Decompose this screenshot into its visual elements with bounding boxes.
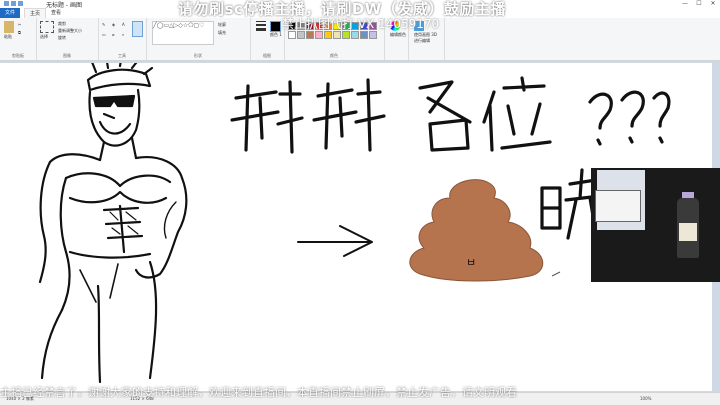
select-icon [40,21,54,33]
brushes-button[interactable] [132,21,143,38]
paste-button[interactable]: 粘贴 [4,21,14,40]
webcam-overlay [591,168,720,282]
stroke-text-bai2 [312,78,386,152]
color-swatch[interactable] [315,31,323,39]
group-clipboard: 粘贴 ✂ ⧉ 剪贴板 [0,18,37,60]
resize-button[interactable]: 重新调整大小 [58,28,82,34]
stroke-abs [102,204,144,254]
webcam-monitor [595,190,641,222]
group-tools: ✎ ◈ A ▭ ⌀ ⌕ 工具 [98,18,147,60]
stroke-exclaim3 [652,91,671,144]
color-swatch[interactable] [351,31,359,39]
stream-overlay-id: 禁止扒图代打 VX 14059170 [282,17,440,31]
webcam-bottle-label [679,223,697,241]
outline-button[interactable]: 轮廓 [218,22,226,28]
color-swatch[interactable] [360,31,368,39]
eraser-icon[interactable]: ▭ [102,32,106,37]
crop-button[interactable]: 裁剪 [58,21,66,27]
stroke-waist [68,250,152,259]
stroke-right-bicep [163,201,177,239]
color-swatch[interactable] [288,31,296,39]
stroke-text-wei [482,76,552,152]
stroke-text-ge [418,80,472,152]
quick-access-toolbar[interactable] [4,1,34,7]
stroke-exclaim2 [620,90,645,144]
magnifier-icon[interactable]: ⌕ [122,32,124,37]
stroke-headband [86,68,152,92]
stroke-chest [64,172,172,188]
color-swatch[interactable] [324,31,332,39]
group-size: 颜色 1 粗细 [250,18,285,60]
maximize-button[interactable]: ☐ [692,0,706,8]
stroke-shoulders [48,153,184,180]
fill-icon[interactable]: ◈ [112,22,115,27]
stroke-cursor-mark [551,271,561,277]
stroke-right-arm [134,176,188,279]
pencil-icon[interactable]: ✎ [102,22,105,27]
size-button[interactable] [256,21,266,31]
clipboard-icon [4,21,14,33]
group-image: 选择 裁剪 重新调整大小 旋转 图像 [36,18,99,60]
window-controls: — ☐ ✕ [678,0,720,8]
cut-icon[interactable]: ✂ [18,22,21,27]
copy-icon[interactable]: ⧉ [18,30,21,35]
stroke-inner-leg [96,284,102,384]
fill-button[interactable]: 填充 [218,30,226,36]
color-picker-icon[interactable]: ⌀ [112,32,114,37]
stroke-beard [98,112,132,135]
tab-view[interactable]: 查看 [46,8,66,18]
stroke-sunglasses [92,94,136,108]
color-swatch[interactable] [333,31,341,39]
poop-drawing [409,179,544,282]
stroke-neck [98,136,138,162]
stroke-text-bai1 [230,80,304,154]
stroke-left-side [59,176,71,312]
color-swatch[interactable] [369,31,377,39]
group-shapes: ╱◯▭△▷◇☆⬠▢♡ 轮廓 填充 形状 [146,18,251,60]
color-swatch[interactable] [306,31,314,39]
brush-icon [132,21,143,37]
color1-button[interactable]: 颜色 1 [270,21,282,38]
stroke-exclaim1 [588,92,613,146]
stroke-left-leg [40,308,64,380]
color-swatch[interactable] [297,31,305,39]
text-icon[interactable]: A [122,22,125,27]
color-swatch[interactable] [342,31,350,39]
stroke-left-arm [38,160,52,284]
tab-file[interactable]: 文件 [0,8,21,18]
minimize-button[interactable]: — [678,0,692,8]
close-button[interactable]: ✕ [706,0,720,8]
rotate-button[interactable]: 旋转 [58,35,66,41]
poop-label: ㅂ [466,256,476,269]
stroke-pecs [68,190,168,204]
select-button[interactable]: 选择 [40,21,54,40]
stream-ticker: 主播已经禁言了，谢谢大家的支持和理解，欢迎来到直播间，本直播间禁止刷屏，禁止发广… [0,386,517,398]
shapes-gallery[interactable]: ╱◯▭△▷◇☆⬠▢♡ [152,21,214,45]
stroke-right-leg [148,260,158,380]
